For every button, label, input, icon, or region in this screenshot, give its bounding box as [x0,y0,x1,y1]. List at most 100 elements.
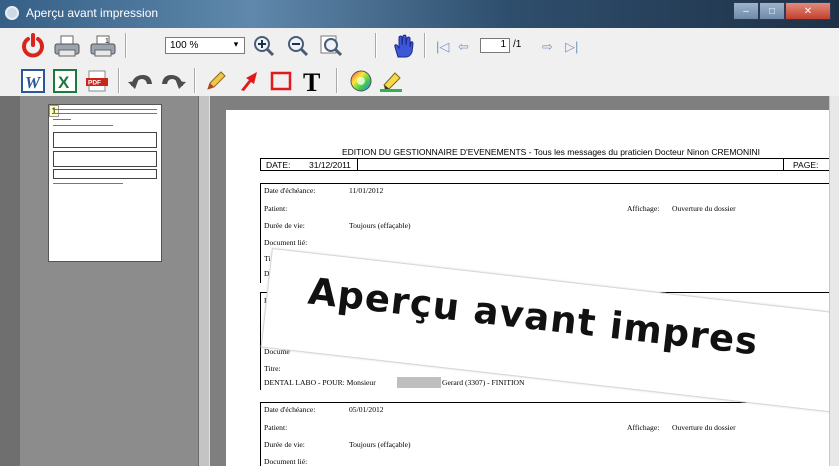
duree-label: Durée de vie: [264,440,305,449]
svg-text:X: X [58,73,70,92]
zoom-in-button[interactable] [249,32,279,60]
window-controls: – □ ✕ [733,2,831,20]
date-label: DATE: [266,160,291,170]
main-toolbar: 1 100 % ▾ |◁ ⇦ 1 /1 ⇨ ▷| [0,28,839,63]
zoom-fit-icon [320,35,343,57]
arrow-tool-icon [241,72,257,91]
zoom-fit-button[interactable] [317,32,347,60]
printer-icon [54,35,80,57]
color-picker-button[interactable] [346,67,376,95]
undo-icon [128,75,152,89]
power-button[interactable] [18,32,48,60]
redo-button[interactable] [158,67,188,95]
word-export-icon: W [21,69,45,93]
document-header: EDITION DU GESTIONNAIRE D'EVENEMENTS - T… [260,147,839,171]
zoom-value: 100 % [170,40,199,51]
previous-page-button[interactable]: ⇦ [458,39,469,55]
close-icon: ✕ [803,6,813,17]
export-pdf-button[interactable]: PDF [82,67,112,95]
page-thumbnail[interactable]: 1 [48,104,162,262]
text-tool-button[interactable]: T [298,67,328,95]
affichage-value: Ouverture du dossier [672,204,736,213]
affichage-value: Ouverture du dossier [672,423,736,432]
export-annotation-toolbar: W X PDF T [0,63,839,96]
document-label: Document lié: [264,457,308,466]
toolbar-separator [424,33,426,58]
thumbnail-panel-margin [0,96,20,466]
window-title: Aperçu avant impression [26,6,159,20]
export-word-button[interactable]: W [18,67,48,95]
duree-value: Toujours (effaçable) [349,221,411,230]
zoom-in-icon [254,36,275,57]
event-entry: Date d'échéance: 05/01/2012 Patient: Aff… [260,402,839,466]
thumbnail-panel: 1 [0,96,210,466]
excel-export-icon: X [53,69,77,93]
page-divider [783,159,784,170]
duree-label: Durée de vie: [264,221,305,230]
patient-label: Patient: [264,423,288,432]
page-number-input[interactable]: 1 [480,38,510,53]
maximize-icon: □ [768,6,776,17]
undo-button[interactable] [126,67,156,95]
last-page-icon: ▷| [565,39,579,54]
print-button[interactable] [52,32,82,60]
thumbnail-line [53,183,123,184]
toolbar-separator [125,33,127,58]
first-page-button[interactable]: |◁ [436,39,449,55]
rectangle-tool-button[interactable] [266,67,296,95]
svg-text:W: W [25,73,42,92]
print-setup-button[interactable]: 1 [88,32,118,60]
panel-splitter[interactable] [198,96,210,466]
echeance-label: Date d'échéance: [264,186,316,195]
date-bar: DATE: 31/12/2011 PAGE: 1 [260,158,839,171]
close-button[interactable]: ✕ [785,2,831,20]
next-page-icon: ⇨ [542,39,553,54]
zoom-out-button[interactable] [283,32,313,60]
echeance-value: 11/01/2012 [349,186,384,195]
toolbar-separator [194,68,196,93]
next-page-button[interactable]: ⇨ [542,39,553,55]
thumbnail-line [53,109,157,110]
svg-text:PDF: PDF [88,80,101,87]
pencil-tool-button[interactable] [201,67,231,95]
print-preview-window: Aperçu avant impression – □ ✕ 1 100 % ▾ … [0,0,839,466]
hand-icon [394,34,414,58]
thumbnail-entry [53,169,157,179]
thumbnail-entry [53,132,157,148]
highlighter-tool-button[interactable] [376,67,406,95]
thumbnail-line [53,113,157,114]
affichage-label: Affichage: [627,423,660,432]
page-label: PAGE: [793,160,819,170]
date-divider [357,159,358,170]
minimize-icon: – [743,6,749,17]
pdf-export-icon: PDF [86,70,108,92]
titre-label: Titre: [264,364,281,373]
minimize-button[interactable]: – [733,2,759,20]
zoom-select[interactable]: 100 % ▾ [165,37,245,54]
export-excel-button[interactable]: X [50,67,80,95]
maximize-button[interactable]: □ [759,2,785,20]
title-bar: Aperçu avant impression – □ ✕ [0,0,839,28]
app-icon [5,6,19,20]
toolbar-separator [336,68,338,93]
arrow-tool-button[interactable] [234,67,264,95]
previous-page-icon: ⇦ [458,39,469,54]
toolbar-separator [118,68,120,93]
highlighter-icon [380,72,402,92]
document-title: EDITION DU GESTIONNAIRE D'EVENEMENTS - T… [341,147,761,157]
echeance-label: Date d'échéance: [264,405,316,414]
page-total-label: /1 [513,39,522,50]
pencil-icon [207,71,226,90]
first-page-icon: |◁ [436,39,450,54]
patient-label: Patient: [264,204,288,213]
vertical-scrollbar[interactable] [829,96,839,466]
titre-value-end: Gerard (3307) - FINITION [442,378,525,387]
toolbar-separator [375,33,377,58]
thumbnail-entry [53,151,157,167]
titre-value: DENTAL LABO - POUR: Monsieur [264,378,376,387]
rectangle-tool-icon [270,71,292,91]
hand-tool-button[interactable] [388,32,418,60]
last-page-button[interactable]: ▷| [565,39,578,55]
svg-text:T: T [303,68,320,94]
thumbnail-line [53,125,113,126]
